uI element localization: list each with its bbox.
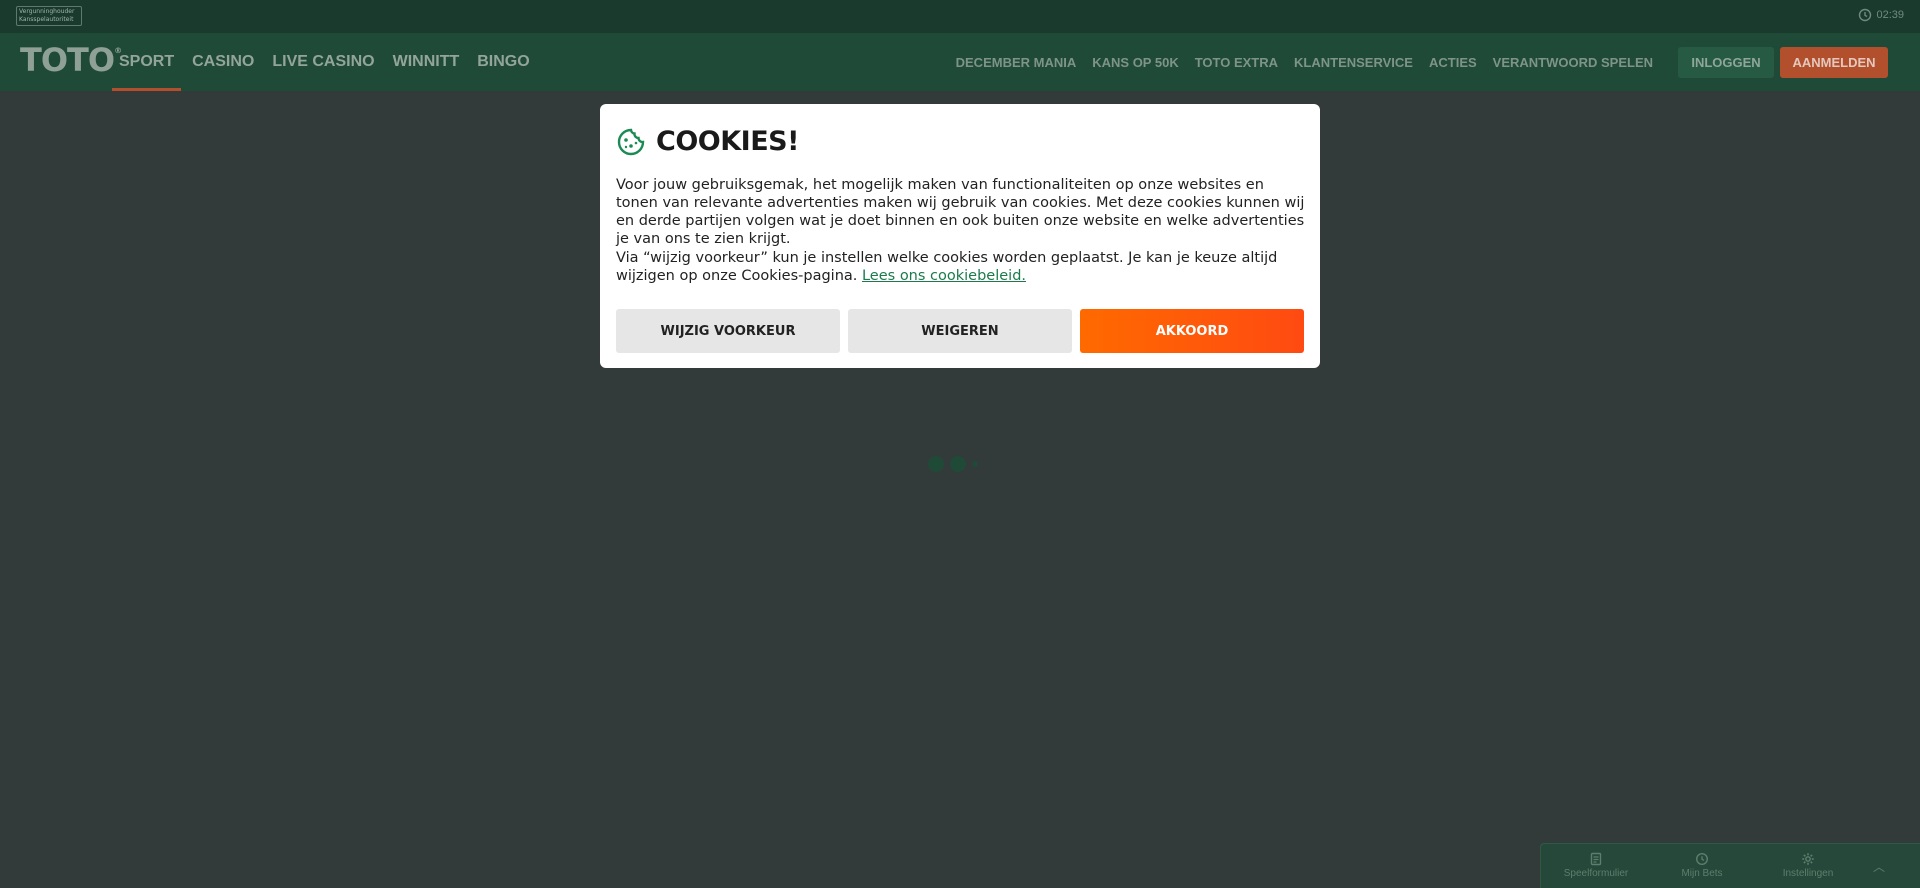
nav-item-verantwoord-spelen[interactable]: VERANTWOORD SPELEN	[1485, 33, 1661, 91]
nav-item-live-casino[interactable]: LIVE CASINO	[263, 33, 383, 91]
clock-time: 02:39	[1876, 9, 1904, 21]
top-strip: Vergunninghouder Kansspelautoriteit 02:3…	[0, 0, 1920, 33]
license-badge[interactable]: Vergunninghouder Kansspelautoriteit	[16, 6, 82, 26]
cookie-dialog-title: COOKIES!	[656, 126, 799, 157]
widget-label: Instellingen	[1782, 868, 1834, 879]
loading-dot	[972, 461, 978, 467]
nav-item-winnitt[interactable]: WINNITT	[384, 33, 469, 91]
login-button[interactable]: INLOGGEN	[1678, 47, 1774, 78]
main-nav: SPORT CASINO LIVE CASINO WINNITT BINGO	[110, 33, 539, 91]
widget-item-mijn-bets[interactable]: Mijn Bets	[1647, 852, 1757, 879]
nav-item-klantenservice[interactable]: KLANTENSERVICE	[1286, 33, 1421, 91]
toto-logo[interactable]: TOTO ®	[20, 40, 122, 80]
chevron-up-icon[interactable]: ︿	[1873, 858, 1885, 875]
cookie-dialog: COOKIES! Voor jouw gebruiksgemak, het mo…	[600, 104, 1320, 368]
nav-item-sport[interactable]: SPORT	[110, 33, 183, 91]
change-preferences-button[interactable]: WIJZIG VOORKEUR	[616, 309, 840, 353]
nav-item-kans-op-50k[interactable]: KANS OP 50K	[1084, 33, 1186, 91]
betslip-widget: Speelformulier Mijn Bets Instellingen ︿	[1540, 843, 1920, 888]
nav-item-toto-extra[interactable]: TOTO EXTRA	[1187, 33, 1286, 91]
widget-item-instellingen[interactable]: Instellingen	[1753, 852, 1863, 879]
loading-dot	[928, 456, 944, 472]
cookie-preferences-text: Via “wijzig voorkeur” kun je instellen w…	[616, 249, 1306, 285]
form-icon	[1590, 852, 1602, 866]
nav-item-december-mania[interactable]: DECEMBER MANIA	[948, 33, 1085, 91]
loading-dot	[950, 456, 966, 472]
main-navbar: TOTO ® SPORT CASINO LIVE CASINO WINNITT …	[0, 33, 1920, 91]
logo-text: TOTO	[20, 41, 115, 79]
nav-item-acties[interactable]: ACTIES	[1421, 33, 1485, 91]
reject-button[interactable]: WEIGEREN	[848, 309, 1072, 353]
widget-label: Speelformulier	[1563, 868, 1629, 879]
nav-item-bingo[interactable]: BINGO	[468, 33, 538, 91]
cookie-icon	[617, 128, 645, 155]
cookie-policy-link[interactable]: Lees ons cookiebeleid.	[862, 268, 1026, 284]
secondary-nav: DECEMBER MANIA KANS OP 50K TOTO EXTRA KL…	[948, 33, 1661, 91]
widget-label: Mijn Bets	[1681, 868, 1723, 879]
accept-button[interactable]: AKKOORD	[1080, 309, 1304, 353]
clock-icon	[1859, 8, 1872, 22]
cookie-description: Voor jouw gebruiksgemak, het mogelijk ma…	[616, 177, 1305, 247]
clock: 02:39	[1858, 8, 1904, 22]
signup-button[interactable]: AANMELDEN	[1780, 47, 1888, 78]
nav-item-casino[interactable]: CASINO	[183, 33, 263, 91]
widget-item-speelformulier[interactable]: Speelformulier	[1541, 852, 1651, 879]
history-icon	[1695, 852, 1709, 866]
loading-indicator	[928, 456, 978, 472]
cookie-dialog-header: COOKIES!	[616, 126, 799, 157]
gear-icon	[1802, 853, 1814, 865]
